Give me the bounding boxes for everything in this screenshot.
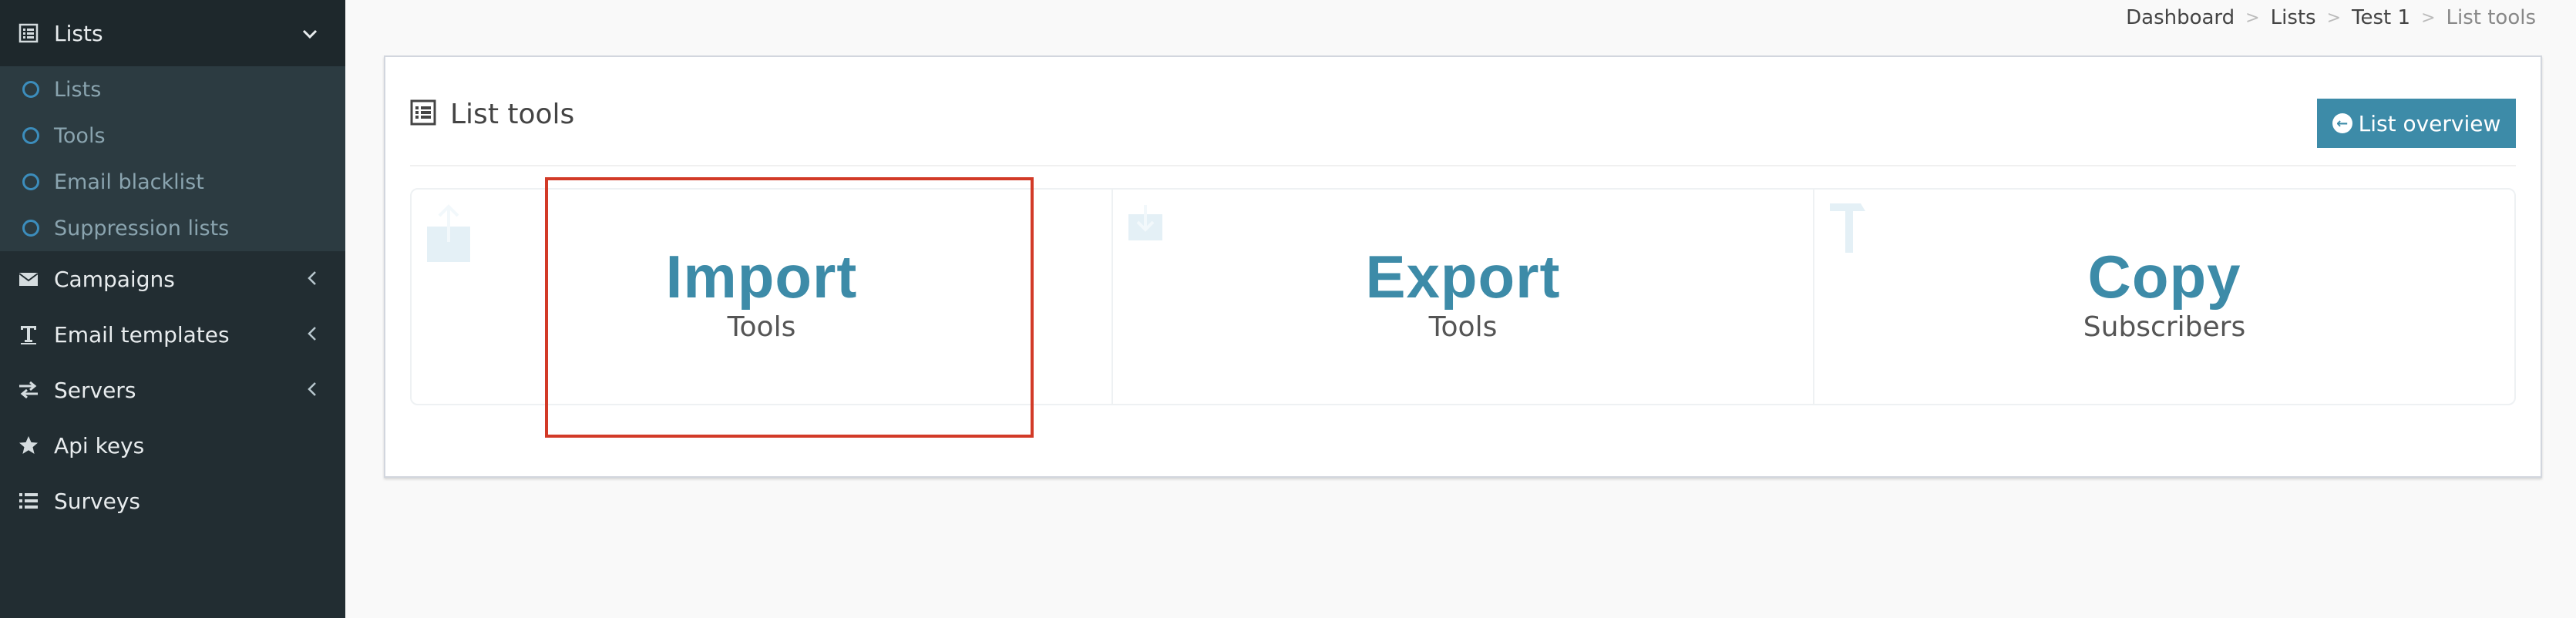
list-tools-box: List tools ← List overview Import Tools … [384,55,2542,478]
sidebar-item-lists[interactable]: Lists [0,0,345,66]
envelope-icon [17,267,40,291]
breadcrumb-lists[interactable]: Lists [2271,6,2316,29]
chevron-left-icon [307,323,318,347]
chevron-down-icon [302,22,318,45]
circle-icon [22,127,39,144]
sidebar-item-campaigns[interactable]: Campaigns [0,251,345,307]
list-overview-button[interactable]: ← List overview [2317,99,2516,148]
copy-subtitle: Subscribers [2083,311,2246,343]
submenu-item-tools[interactable]: Tools [0,113,345,159]
sidebar-item-servers[interactable]: Servers [0,362,345,418]
import-title: Import [665,243,858,311]
submenu-item-suppression-lists[interactable]: Suppression lists [0,205,345,251]
circle-icon [22,173,39,190]
list-ul-icon [17,489,40,512]
sidebar-item-email-templates[interactable]: Email templates [0,307,345,362]
list-alt-icon [410,99,436,129]
sidebar-item-label: Email templates [54,321,230,348]
sidebar-item-label: Servers [54,377,136,403]
import-tool[interactable]: Import Tools [412,190,1113,404]
text-icon [17,323,40,346]
submenu-item-email-blacklist[interactable]: Email blacklist [0,159,345,205]
sidebar-item-api-keys[interactable]: Api keys [0,418,345,473]
submenu-item-label: Tools [54,123,106,148]
submenu-item-label: Lists [54,77,102,102]
sidebar: Lists Lists Tools Email blacklist Suppre… [0,0,345,618]
circle-icon [22,81,39,98]
breadcrumb-dashboard[interactable]: Dashboard [2126,6,2235,29]
submenu-item-label: Suppression lists [54,216,230,240]
sidebar-item-label: Campaigns [54,266,175,292]
breadcrumb: Dashboard > Lists > Test 1 > List tools [2126,6,2536,29]
copy-title: Copy [2087,243,2241,311]
box-divider [410,165,2516,166]
breadcrumb-current: List tools [2446,6,2537,29]
submenu-item-lists[interactable]: Lists [0,66,345,113]
breadcrumb-separator: > [2326,8,2342,28]
sidebar-item-label: Surveys [54,488,140,514]
breadcrumb-test-1[interactable]: Test 1 [2352,6,2410,29]
page-title: List tools [450,99,575,130]
tools-row: Import Tools Export Tools Copy Subscribe… [410,188,2516,405]
import-subtitle: Tools [727,311,796,343]
submenu-item-label: Email blacklist [54,170,204,194]
export-title: Export [1365,243,1561,311]
copy-tool[interactable]: Copy Subscribers [1814,190,2514,404]
circle-icon [22,220,39,237]
exchange-icon [17,378,40,401]
breadcrumb-separator: > [2421,8,2436,28]
list-overview-label: List overview [2358,110,2501,136]
chevron-left-icon [307,267,318,291]
list-icon [17,22,40,45]
export-subtitle: Tools [1428,311,1498,343]
box-title: List tools [410,99,574,130]
sidebar-item-label: Api keys [54,432,145,458]
sidebar-item-surveys[interactable]: Surveys [0,473,345,529]
arrow-circle-left-icon: ← [2332,113,2352,133]
lists-submenu: Lists Tools Email blacklist Suppression … [0,66,345,251]
breadcrumb-separator: > [2245,8,2260,28]
sidebar-item-label: Lists [54,20,103,46]
star-icon [17,434,40,457]
export-tool[interactable]: Export Tools [1113,190,1814,404]
chevron-left-icon [307,378,318,402]
